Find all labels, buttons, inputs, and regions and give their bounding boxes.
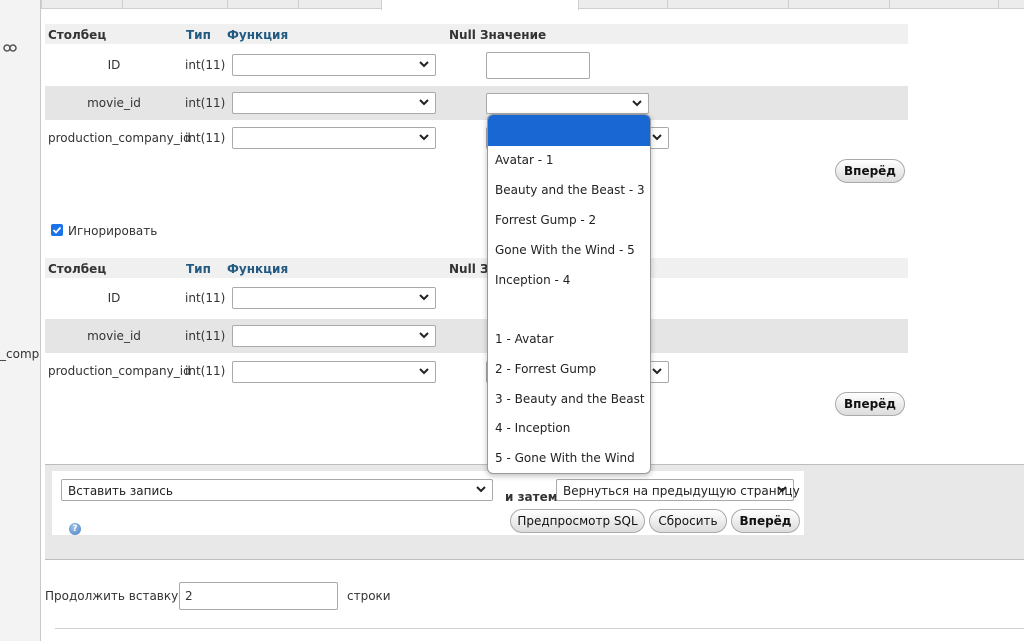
column-type: int(11) (185, 58, 226, 72)
chevron-down-icon (777, 486, 787, 493)
chevron-down-icon (419, 332, 429, 339)
tab-8[interactable] (788, 0, 890, 9)
column-type: int(11) (185, 364, 226, 378)
continue-rows-input[interactable] (179, 582, 338, 610)
table-row: ID int(11) (45, 281, 908, 315)
dropdown-option[interactable]: Forrest Gump - 2 (488, 205, 650, 235)
chevron-down-icon (652, 134, 662, 141)
go-button[interactable]: Вперёд (835, 159, 905, 183)
after-insert-value: Вернуться на предыдущую страницу (563, 484, 800, 498)
after-insert-select[interactable]: Вернуться на предыдущую страницу (556, 479, 800, 501)
dropdown-option[interactable]: 3 - Beauty and the Beast (488, 384, 650, 414)
actions-box: Вставить запись и затем Вернуться на пре… (52, 471, 804, 535)
dropdown-option[interactable] (488, 115, 650, 146)
dropdown-option[interactable]: Avatar - 1 (488, 145, 650, 175)
tab-9[interactable] (889, 0, 999, 9)
dropdown-option[interactable]: 5 - Gone With the Wind (488, 443, 650, 473)
column-name: ID (107, 291, 121, 305)
header-null: Null (449, 28, 476, 42)
column-type: int(11) (185, 329, 226, 343)
column-name: movie_id (87, 329, 141, 343)
link-icon[interactable] (3, 43, 17, 53)
header-type[interactable]: Тип (186, 262, 211, 276)
table1-header: Столбец Тип Функция Null Значение (45, 24, 908, 44)
header-function[interactable]: Функция (227, 28, 288, 42)
column-type: int(11) (185, 131, 226, 145)
insert-mode-select[interactable]: Вставить запись (61, 479, 493, 501)
header-function[interactable]: Функция (227, 262, 288, 276)
header-column: Столбец (48, 28, 107, 42)
chevron-down-icon (419, 61, 429, 68)
ignore-label[interactable]: Игнорировать (68, 224, 157, 238)
tab-4[interactable] (298, 0, 382, 9)
table-row: movie_id int(11) (45, 86, 908, 120)
function-select[interactable] (232, 361, 436, 383)
tab-7[interactable] (667, 0, 789, 9)
dropdown-option[interactable]: Inception - 4 (488, 265, 650, 295)
preview-sql-button[interactable]: Предпросмотр SQL (510, 509, 645, 533)
top-tabs (41, 0, 1024, 10)
movie-id-value-select[interactable] (486, 93, 649, 114)
reset-button[interactable]: Сбросить (649, 509, 727, 533)
table-row: production_company_id int(11) (45, 354, 908, 388)
dropdown-option[interactable]: Gone With the Wind - 5 (488, 235, 650, 265)
function-select[interactable] (232, 127, 436, 149)
actions-panel: Вставить запись и затем Вернуться на пре… (45, 464, 1024, 560)
chevron-down-icon (476, 486, 486, 493)
column-type: int(11) (185, 291, 226, 305)
function-select[interactable] (232, 287, 436, 309)
movie-id-dropdown-list[interactable]: Avatar - 1 Beauty and the Beast - 3 Forr… (487, 114, 651, 474)
dropdown-option[interactable] (488, 295, 650, 325)
tab-3[interactable] (227, 0, 299, 9)
help-icon[interactable]: ? (69, 523, 81, 535)
header-value: Значение (480, 28, 547, 42)
chevron-down-icon (419, 99, 429, 106)
tab-6[interactable] (578, 0, 668, 9)
rows-suffix-label: строки (347, 589, 391, 603)
and-then-label: и затем (505, 490, 558, 504)
dropdown-option[interactable]: 1 - Avatar (488, 324, 650, 354)
dropdown-option[interactable]: 4 - Inception (488, 413, 650, 443)
chevron-down-icon (632, 100, 642, 107)
sidebar-table-name[interactable]: _compa (0, 347, 40, 361)
tab-2[interactable] (122, 0, 228, 9)
column-name: production_company_id (48, 131, 191, 145)
table-row: production_company_id int(11) (45, 121, 908, 155)
navigation-sidebar: _compa (0, 0, 41, 641)
table-row: movie_id int(11) (45, 319, 908, 353)
column-name: ID (107, 58, 121, 72)
tab-10[interactable] (998, 0, 1024, 9)
chevron-down-icon (652, 368, 662, 375)
chevron-down-icon (419, 368, 429, 375)
function-select[interactable] (232, 325, 436, 347)
value-input[interactable] (486, 52, 590, 79)
dropdown-option[interactable]: 2 - Forrest Gump (488, 354, 650, 384)
go-button[interactable]: Вперёд (731, 509, 800, 533)
column-name: production_company_id (48, 364, 191, 378)
ignore-checkbox[interactable] (51, 224, 63, 236)
column-name: movie_id (87, 96, 141, 110)
chevron-down-icon (419, 294, 429, 301)
go-button[interactable]: Вперёд (835, 392, 905, 416)
tab-1[interactable] (41, 0, 123, 9)
header-null: Null (449, 262, 476, 276)
continue-insert-label: Продолжить вставку с (45, 589, 189, 603)
dropdown-option[interactable]: Beauty and the Beast - 3 (488, 175, 650, 205)
column-type: int(11) (185, 96, 226, 110)
chevron-down-icon (419, 134, 429, 141)
function-select[interactable] (232, 92, 436, 114)
function-select[interactable] (232, 54, 436, 76)
tab-insert[interactable] (381, 0, 579, 10)
insert-mode-value: Вставить запись (68, 484, 173, 498)
table-row: ID int(11) (45, 48, 908, 82)
divider (55, 628, 1024, 629)
header-type[interactable]: Тип (186, 28, 211, 42)
header-column: Столбец (48, 262, 107, 276)
table2-header: Столбец Тип Функция Null З (45, 258, 908, 278)
